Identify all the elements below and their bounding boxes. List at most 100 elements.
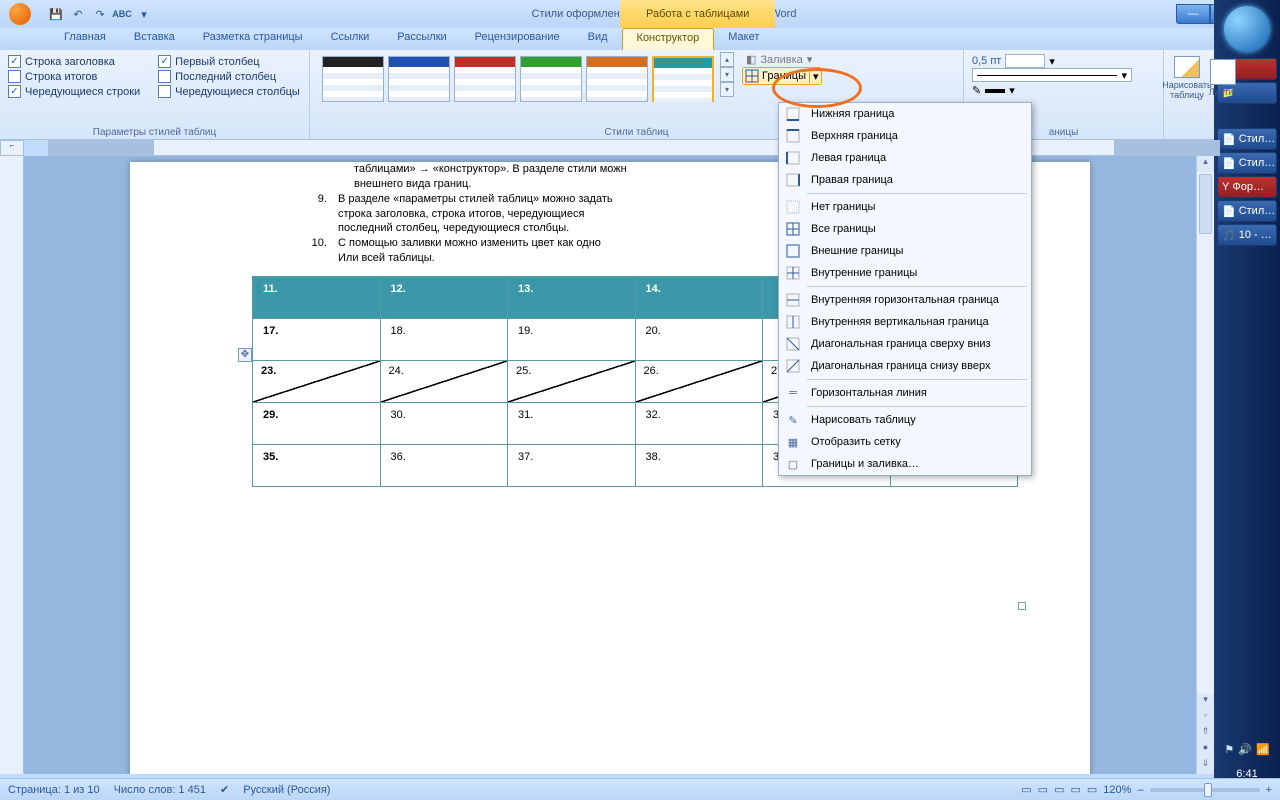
table-styles-gallery[interactable] xyxy=(318,52,718,106)
tab-table-layout[interactable]: Макет xyxy=(714,28,773,50)
taskbar-item[interactable]: 🎵10 - … xyxy=(1217,224,1277,246)
cb-first-col[interactable]: ✓Первый столбец xyxy=(158,54,300,69)
tab-references[interactable]: Ссылки xyxy=(317,28,384,50)
borders-dropdown-menu: Нижняя граница Верхняя граница Левая гра… xyxy=(778,102,1032,476)
tab-insert[interactable]: Вставка xyxy=(120,28,189,50)
style-thumb[interactable] xyxy=(586,56,648,102)
browse-object-icon[interactable]: ◦ xyxy=(1197,710,1214,726)
view-draft-icon[interactable]: ▭ xyxy=(1087,783,1097,796)
fill-button[interactable]: ◧Заливка▾ xyxy=(742,52,822,67)
borders-icon xyxy=(745,69,759,83)
taskbar-item[interactable]: 📄Стил… xyxy=(1217,200,1277,222)
ruler-horizontal[interactable] xyxy=(48,140,1220,156)
menu-inside-borders[interactable]: Внутренние границы xyxy=(779,262,1031,284)
menu-diag-down-border[interactable]: Диагональная граница сверху вниз xyxy=(779,333,1031,355)
menu-horizontal-line[interactable]: ═Горизонтальная линия xyxy=(779,382,1031,404)
taskbar-item[interactable]: YФор… xyxy=(1217,176,1277,198)
scroll-up-icon[interactable]: ▴ xyxy=(1197,156,1214,172)
tab-mailings[interactable]: Рассылки xyxy=(383,28,460,50)
status-words[interactable]: Число слов: 1 451 xyxy=(114,784,206,796)
network-icon[interactable]: 📶 xyxy=(1256,743,1270,756)
view-outline-icon[interactable]: ▭ xyxy=(1070,783,1080,796)
menu-outside-borders[interactable]: Внешние границы xyxy=(779,240,1031,262)
cb-header-row[interactable]: ✓Строка заголовка xyxy=(8,54,140,69)
ruler-corner: ⌐ xyxy=(0,140,24,156)
taskbar-item[interactable]: 📄Стил… xyxy=(1217,152,1277,174)
minimize-button[interactable]: — xyxy=(1176,4,1210,24)
borders-split-button[interactable]: Границы▾ xyxy=(742,67,822,85)
style-thumb-selected[interactable] xyxy=(652,56,714,102)
tab-home[interactable]: Главная xyxy=(50,28,120,50)
status-proof-icon[interactable]: ✔ xyxy=(220,783,229,796)
gallery-scroll[interactable]: ▴▾▾ xyxy=(720,52,734,106)
tab-review[interactable]: Рецензирование xyxy=(461,28,574,50)
view-web-icon[interactable]: ▭ xyxy=(1054,783,1064,796)
start-button[interactable] xyxy=(1224,6,1270,52)
quick-access-toolbar: 💾 ↶ ↷ ABC ▾ xyxy=(48,6,152,22)
style-thumb[interactable] xyxy=(520,56,582,102)
table-move-handle[interactable]: ✥ xyxy=(238,348,252,362)
redo-icon[interactable]: ↷ xyxy=(92,6,108,22)
flag-icon[interactable]: ⚑ xyxy=(1224,743,1234,756)
menu-all-borders[interactable]: Все границы xyxy=(779,218,1031,240)
menu-right-border[interactable]: Правая граница xyxy=(779,169,1031,191)
ruler-vertical[interactable] xyxy=(0,156,24,774)
context-tab-header: Работа с таблицами xyxy=(620,0,775,28)
view-reading-icon[interactable]: ▭ xyxy=(1038,783,1048,796)
bucket-icon: ◧ xyxy=(746,53,756,66)
cb-banded-cols[interactable]: Чередующиеся столбцы xyxy=(158,84,300,99)
scroll-thumb[interactable] xyxy=(1199,174,1212,234)
menu-inside-h-border[interactable]: Внутренняя горизонтальная граница xyxy=(779,289,1031,311)
zoom-slider[interactable] xyxy=(1150,788,1260,792)
tab-design[interactable]: Конструктор xyxy=(622,28,715,50)
menu-view-gridlines[interactable]: ▦Отобразить сетку xyxy=(779,431,1031,453)
spell-icon[interactable]: ABC xyxy=(114,6,130,22)
menu-no-border[interactable]: Нет границы xyxy=(779,196,1031,218)
vertical-scrollbar[interactable]: ▴ ▾ ◦ ⇑ ● ⇓ xyxy=(1196,156,1214,774)
menu-borders-shading[interactable]: ▢Границы и заливка… xyxy=(779,453,1031,475)
pen-weight-dropdown[interactable] xyxy=(1005,54,1045,68)
pen-weight-value: 0,5 пт xyxy=(972,55,1001,67)
office-button[interactable] xyxy=(0,0,40,28)
undo-icon[interactable]: ↶ xyxy=(70,6,86,22)
pen-icon: ✎ xyxy=(972,84,981,97)
cb-total-row[interactable]: Строка итогов xyxy=(8,69,140,84)
style-thumb[interactable] xyxy=(454,56,516,102)
cb-banded-rows[interactable]: ✓Чередующиеся строки xyxy=(8,84,140,99)
ribbon: ✓Строка заголовка Строка итогов ✓Чередую… xyxy=(0,50,1280,140)
status-language[interactable]: Русский (Россия) xyxy=(243,784,330,796)
menu-bottom-border[interactable]: Нижняя граница xyxy=(779,103,1031,125)
tab-layout[interactable]: Разметка страницы xyxy=(189,28,317,50)
zoom-value[interactable]: 120% xyxy=(1103,784,1131,796)
qat-more-icon[interactable]: ▾ xyxy=(136,6,152,22)
select-browse-icon[interactable]: ● xyxy=(1197,742,1214,758)
menu-diag-up-border[interactable]: Диагональная граница снизу вверх xyxy=(779,355,1031,377)
zoom-in-icon[interactable]: + xyxy=(1266,784,1272,796)
menu-inside-v-border[interactable]: Внутренняя вертикальная граница xyxy=(779,311,1031,333)
volume-icon[interactable]: 🔊 xyxy=(1238,743,1252,756)
ribbon-tabs: Главная Вставка Разметка страницы Ссылки… xyxy=(0,28,1280,50)
save-icon[interactable]: 💾 xyxy=(48,6,64,22)
menu-top-border[interactable]: Верхняя граница xyxy=(779,125,1031,147)
draw-table-button[interactable]: Нарисовать таблицу xyxy=(1172,56,1202,100)
pen-style-dropdown[interactable]: ▾ xyxy=(972,68,1132,82)
prev-page-icon[interactable]: ⇑ xyxy=(1197,726,1214,742)
cb-last-col[interactable]: Последний столбец xyxy=(158,69,300,84)
doc-text: таблицами» → «конструктор». В разделе ст… xyxy=(354,163,627,175)
style-thumb[interactable] xyxy=(388,56,450,102)
system-tray[interactable]: ⚑ 🔊 📶 xyxy=(1214,743,1280,756)
scroll-down-icon[interactable]: ▾ xyxy=(1197,694,1214,710)
menu-left-border[interactable]: Левая граница xyxy=(779,147,1031,169)
menu-draw-table[interactable]: ✎Нарисовать таблицу xyxy=(779,409,1031,431)
zoom-out-icon[interactable]: – xyxy=(1137,784,1143,796)
doc-text: внешнего вида границ. xyxy=(354,178,471,190)
view-print-layout-icon[interactable]: ▭ xyxy=(1021,783,1031,796)
eraser-button[interactable]: Ластик xyxy=(1208,56,1238,100)
style-thumb[interactable] xyxy=(322,56,384,102)
status-page[interactable]: Страница: 1 из 10 xyxy=(8,784,100,796)
table-resize-handle[interactable] xyxy=(1018,602,1026,610)
tab-view[interactable]: Вид xyxy=(574,28,622,50)
status-bar: Страница: 1 из 10 Число слов: 1 451 ✔ Ру… xyxy=(0,778,1280,800)
next-page-icon[interactable]: ⇓ xyxy=(1197,758,1214,774)
pen-color-dropdown[interactable]: ✎▾ xyxy=(972,84,1155,97)
